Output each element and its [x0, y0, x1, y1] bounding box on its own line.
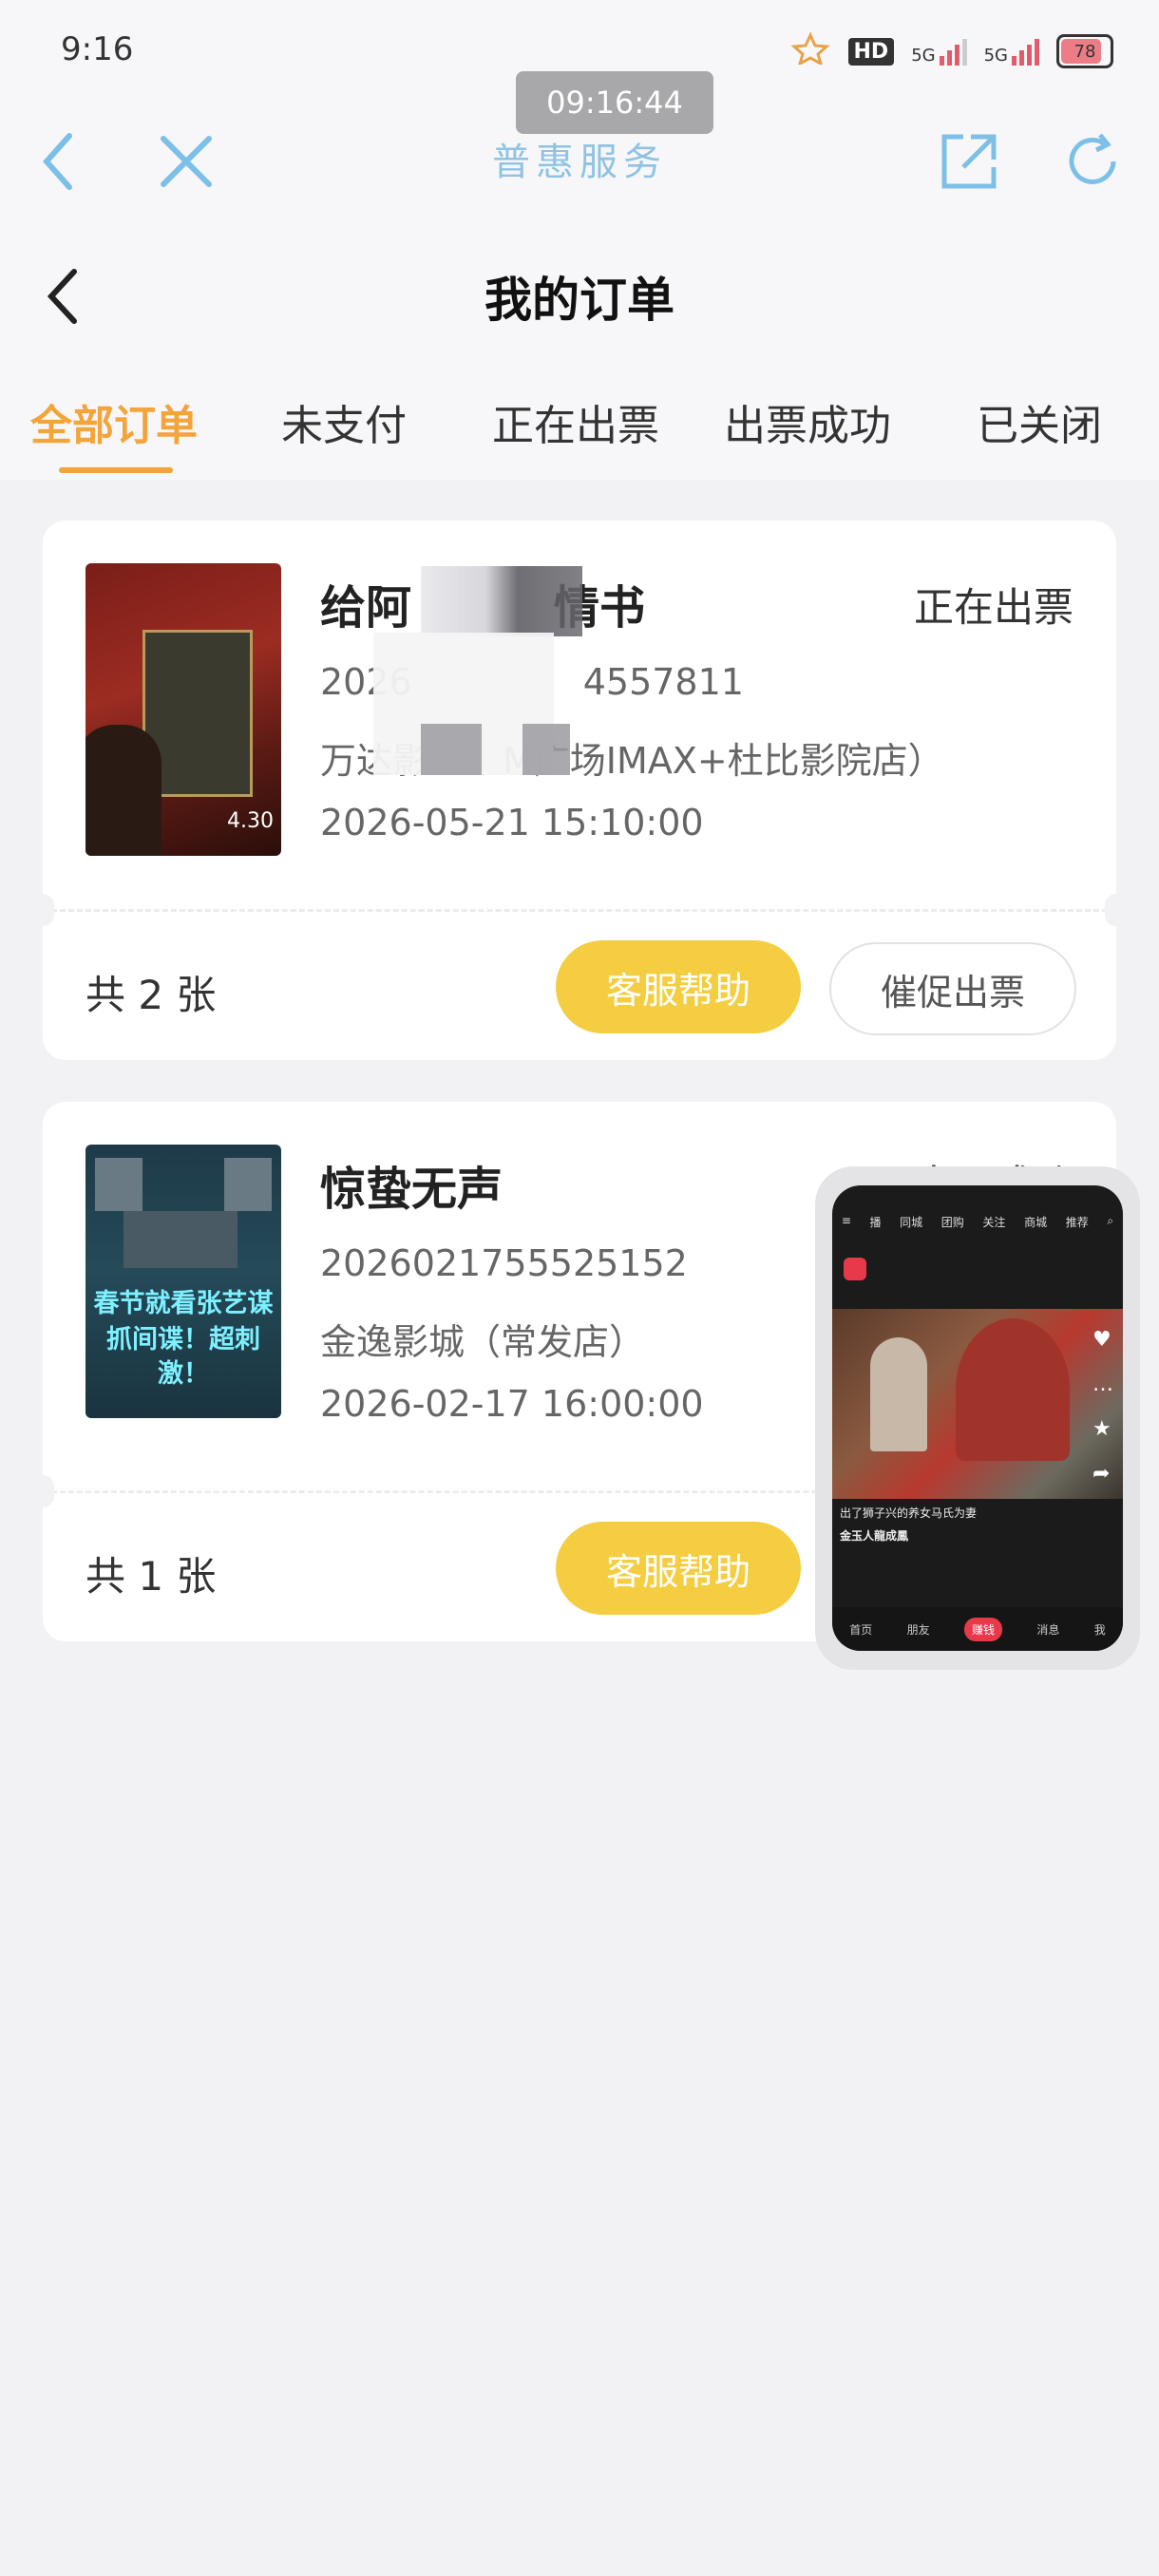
mini-star-icon[interactable]: ★ — [1092, 1417, 1113, 1441]
movie-title-head: 给阿 — [320, 581, 412, 635]
mini-nav-item[interactable]: 播 — [870, 1214, 882, 1242]
mini-bottom-item[interactable]: 朋友 — [907, 1621, 930, 1638]
mini-nav-item[interactable]: 商城 — [1024, 1214, 1047, 1242]
poster-face — [224, 1158, 272, 1211]
signal-1-icon: 5G — [911, 37, 967, 66]
notification-icon — [789, 31, 831, 70]
mini-bottom-item[interactable]: 我 — [1094, 1621, 1106, 1638]
net-label: 5G — [983, 46, 1008, 66]
card-divider — [43, 909, 1116, 912]
movie-poster: 春节就看张艺谋 抓间谍！超刺激！ — [86, 1145, 281, 1418]
tab-closed[interactable]: 已关闭 — [977, 391, 1102, 452]
page-header: 我的订单 — [0, 247, 1159, 342]
battery-level: 78 — [1074, 41, 1096, 62]
urge-ticket-button[interactable]: 催促出票 — [829, 942, 1076, 1035]
ticket-notch — [1105, 894, 1128, 926]
status-time: 9:16 — [61, 30, 134, 68]
order-tabs: 全部订单 未支付 正在出票 出票成功 已关闭 — [0, 380, 1159, 475]
mini-nav-item[interactable]: 关注 — [982, 1214, 1005, 1242]
order-card[interactable]: 4.30 给阿情书 正在出票 20264557811 万达影M广场IMAX+杜比… — [31, 521, 1128, 1060]
tab-unpaid[interactable]: 未支付 — [281, 391, 407, 452]
poster-face — [95, 1158, 142, 1211]
mini-live-icon[interactable] — [844, 1258, 866, 1280]
poster-tagline-2: 抓间谍！超刺激！ — [106, 1325, 260, 1389]
share-icon[interactable] — [931, 123, 1007, 199]
mini-nav-item[interactable]: 同城 — [900, 1214, 922, 1242]
mini-caption: 出了狮子兴的养女马氏为妻 — [840, 1506, 978, 1520]
mini-menu-icon[interactable]: ≡ — [842, 1214, 851, 1242]
mini-nav-item[interactable]: 团购 — [941, 1214, 964, 1242]
tab-issuing[interactable]: 正在出票 — [492, 391, 659, 452]
tab-issued[interactable]: 出票成功 — [724, 391, 891, 452]
ticket-count: 共 2 张 — [86, 972, 217, 1018]
status-icons: HD 5G 5G 78 — [789, 31, 1113, 70]
tab-all-orders[interactable]: 全部订单 — [30, 391, 198, 452]
net-label: 5G — [911, 46, 936, 66]
signal-2-icon: 5G — [984, 37, 1039, 66]
cinema-name: 金逸影城（常发店） — [320, 1321, 646, 1363]
mini-video-figure — [870, 1337, 927, 1451]
mini-caption: 金玉人龍成鳳 — [840, 1529, 909, 1543]
movie-poster: 4.30 — [86, 563, 281, 856]
tab-indicator — [59, 467, 173, 473]
order-number: 2026021755525152 — [320, 1242, 688, 1284]
redaction-block — [421, 566, 582, 636]
showtime: 2026-05-21 15:10:00 — [320, 802, 704, 843]
poster-tagline-1: 春节就看张艺谋 — [93, 1289, 274, 1318]
ticket-count: 共 1 张 — [86, 1553, 217, 1600]
browser-bar: 普惠服务 — [0, 123, 1159, 218]
customer-service-button[interactable]: 客服帮助 — [556, 940, 801, 1033]
refresh-icon[interactable] — [1054, 123, 1130, 199]
order-number-tail: 4557811 — [582, 661, 744, 703]
mini-nav-item[interactable]: 推荐 — [1066, 1214, 1089, 1242]
showtime: 2026-02-17 16:00:00 — [320, 1383, 704, 1425]
redaction-block — [421, 724, 482, 775]
mini-side-actions: ♥ … ★ ➦ — [1092, 1328, 1113, 1486]
battery-icon: 78 — [1056, 34, 1113, 68]
poster-faces — [124, 1211, 238, 1268]
poster-figure — [86, 725, 162, 856]
mini-bottom-nav: 首页 朋友 赚钱 消息 我 — [832, 1607, 1123, 1651]
time-overlay: 09:16:44 — [516, 71, 713, 134]
redaction-block — [522, 724, 570, 775]
floating-video-window[interactable]: ≡ 播 同城 团购 关注 商城 推荐 ⌕ ♥ … ★ ➦ 出了狮子兴的养女马氏为… — [815, 1166, 1140, 1670]
ticket-notch — [31, 894, 54, 926]
mini-comment-icon[interactable]: … — [1092, 1373, 1113, 1396]
mini-nav: ≡ 播 同城 团购 关注 商城 推荐 ⌕ — [832, 1214, 1123, 1242]
mini-heart-icon[interactable]: ♥ — [1092, 1328, 1113, 1352]
movie-title: 惊蛰无声 — [320, 1163, 504, 1216]
mini-bottom-item[interactable]: 首页 — [849, 1621, 872, 1638]
ticket-notch — [31, 1475, 54, 1507]
poster-date: 4.30 — [227, 809, 274, 833]
mini-bottom-item[interactable]: 赚钱 — [963, 1617, 1002, 1641]
mini-share-icon[interactable]: ➦ — [1092, 1462, 1113, 1486]
mini-search-icon[interactable]: ⌕ — [1107, 1214, 1113, 1242]
mini-bottom-item[interactable]: 消息 — [1036, 1621, 1059, 1638]
page-title: 我的订单 — [484, 273, 674, 328]
order-status: 正在出票 — [913, 584, 1074, 631]
mini-video-frame — [832, 1309, 1123, 1499]
hd-badge: HD — [847, 37, 895, 66]
mini-video-figure — [956, 1318, 1070, 1461]
customer-service-button[interactable]: 客服帮助 — [556, 1522, 801, 1615]
mini-screen: ≡ 播 同城 团购 关注 商城 推荐 ⌕ ♥ … ★ ➦ 出了狮子兴的养女马氏为… — [832, 1185, 1123, 1651]
